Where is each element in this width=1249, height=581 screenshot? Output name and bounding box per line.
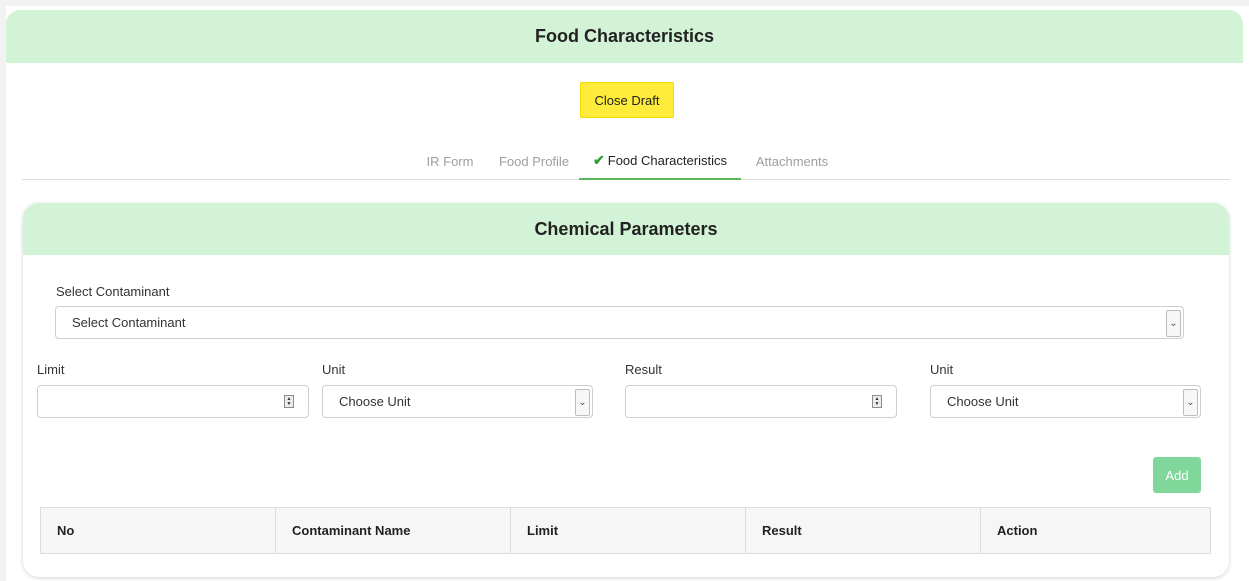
- tab-bar: IR Form Food Profile ✔ Food Characterist…: [22, 143, 1230, 180]
- column-header-contaminant-name: Contaminant Name: [275, 507, 511, 554]
- column-header-action: Action: [980, 507, 1211, 554]
- add-button[interactable]: Add: [1153, 457, 1201, 493]
- tab-label: Food Characteristics: [607, 153, 727, 168]
- close-draft-button[interactable]: Close Draft: [580, 82, 674, 118]
- tab-food-profile[interactable]: Food Profile: [494, 143, 574, 179]
- column-header-limit: Limit: [510, 507, 746, 554]
- column-header-no: No: [40, 507, 276, 554]
- chevron-down-icon: ⌄: [1166, 310, 1181, 337]
- page-title: Food Characteristics: [6, 10, 1243, 63]
- tab-label: Food Profile: [498, 153, 570, 169]
- table-header-row: No Contaminant Name Limit Result Action: [40, 507, 1211, 554]
- column-header-result: Result: [745, 507, 981, 554]
- result-unit-label: Unit: [930, 362, 954, 377]
- contaminant-select[interactable]: Select Contaminant ⌄: [55, 306, 1184, 339]
- tab-ir-form[interactable]: IR Form: [418, 143, 482, 179]
- tab-attachments[interactable]: Attachments: [749, 143, 835, 179]
- spinner-icon[interactable]: ▲ ▼: [872, 395, 882, 408]
- tab-label: Attachments: [755, 153, 829, 169]
- contaminant-table: No Contaminant Name Limit Result Action: [40, 507, 1211, 554]
- limit-unit-select[interactable]: Choose Unit ⌄: [322, 385, 593, 418]
- page: Food Characteristics Close Draft IR Form…: [6, 6, 1249, 581]
- contaminant-select-value: Select Contaminant: [72, 315, 186, 330]
- limit-unit-select-value: Choose Unit: [339, 394, 411, 409]
- spinner-icon[interactable]: ▲ ▼: [284, 395, 294, 408]
- limit-label: Limit: [37, 362, 65, 377]
- result-label: Result: [625, 362, 662, 377]
- result-unit-select-value: Choose Unit: [947, 394, 1019, 409]
- tab-food-characteristics[interactable]: ✔ Food Characteristics: [579, 143, 741, 180]
- limit-input[interactable]: ▲ ▼: [37, 385, 309, 418]
- chemical-parameters-card: Chemical Parameters Select Contaminant S…: [23, 203, 1229, 577]
- check-icon: ✔: [593, 152, 605, 168]
- result-unit-select[interactable]: Choose Unit ⌄: [930, 385, 1201, 418]
- card-title: Chemical Parameters: [23, 203, 1229, 255]
- chevron-down-icon: ⌄: [575, 389, 590, 416]
- contaminant-label: Select Contaminant: [56, 284, 170, 299]
- limit-unit-label: Unit: [322, 362, 346, 377]
- result-input[interactable]: ▲ ▼: [625, 385, 897, 418]
- chevron-down-icon: ⌄: [1183, 389, 1198, 416]
- tab-label: IR Form: [426, 153, 474, 169]
